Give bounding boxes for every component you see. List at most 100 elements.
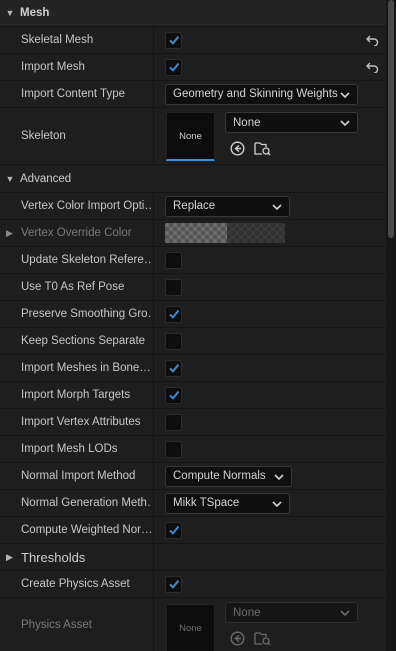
- row-skeletal-mesh: Skeletal Mesh: [0, 27, 386, 54]
- import-meshes-bone-checkbox[interactable]: [165, 359, 182, 377]
- row-import-morph-targets: Import Morph Targets: [0, 382, 386, 409]
- column-divider[interactable]: [153, 436, 154, 462]
- skeletal-mesh-checkbox[interactable]: [165, 31, 182, 49]
- row-label: Normal Generation Meth…: [21, 497, 151, 509]
- chevron-down-icon: [340, 610, 350, 617]
- expand-caret-icon[interactable]: ▼: [0, 174, 20, 184]
- use-t0-checkbox[interactable]: [165, 278, 182, 296]
- column-divider[interactable]: [153, 409, 154, 435]
- row-label: Preserve Smoothing Gro…: [21, 308, 151, 320]
- column-divider[interactable]: [153, 301, 154, 327]
- row-import-meshes-bone-hierarchy: Import Meshes in Bone…: [0, 355, 386, 382]
- column-divider[interactable]: [153, 490, 154, 516]
- column-divider[interactable]: [153, 517, 154, 543]
- row-label: Compute Weighted Nor…: [21, 524, 151, 536]
- row-label: Keep Sections Separate: [21, 335, 146, 347]
- expand-caret-icon[interactable]: ▶: [6, 544, 13, 570]
- use-selected-arrow-icon[interactable]: [228, 139, 246, 157]
- row-label: Import Morph Targets: [21, 389, 131, 401]
- column-divider[interactable]: [153, 463, 154, 489]
- row-thresholds[interactable]: ▶ Thresholds: [0, 544, 386, 571]
- column-divider[interactable]: [153, 247, 154, 273]
- row-skeleton: Skeleton None None: [0, 108, 386, 165]
- row-label: Normal Import Method: [21, 470, 136, 482]
- row-normal-generation-method: Normal Generation Meth… Mikk TSpace: [0, 490, 386, 517]
- column-divider[interactable]: [153, 571, 154, 597]
- row-update-skeleton-reference: Update Skeleton Refere…: [0, 247, 386, 274]
- row-label: Thresholds: [21, 549, 86, 565]
- row-compute-weighted-normals: Compute Weighted Nor…: [0, 517, 386, 544]
- section-title: Mesh: [20, 7, 50, 19]
- dropdown-value: Replace: [173, 200, 216, 212]
- vertex-override-color-swatch[interactable]: [165, 223, 285, 243]
- row-label: Import Meshes in Bone…: [21, 362, 151, 374]
- row-label: Update Skeleton Refere…: [21, 254, 151, 266]
- section-title: Advanced: [20, 173, 72, 185]
- row-label: Import Mesh: [21, 61, 85, 73]
- column-divider[interactable]: [153, 328, 154, 354]
- compute-weighted-normals-checkbox[interactable]: [165, 521, 182, 539]
- dropdown-value: Geometry and Skinning Weights: [173, 88, 338, 100]
- column-divider[interactable]: [153, 54, 154, 80]
- row-label: Create Physics Asset: [21, 578, 130, 590]
- row-physics-asset: Physics Asset None None: [0, 598, 386, 651]
- row-label: Import Mesh LODs: [21, 443, 118, 455]
- skeleton-thumbnail[interactable]: None: [166, 112, 215, 161]
- dropdown-value: None: [233, 606, 261, 619]
- import-vertex-attributes-checkbox[interactable]: [165, 413, 182, 431]
- chevron-down-icon: [340, 120, 350, 127]
- checkmark-icon: [168, 309, 179, 319]
- section-mesh[interactable]: ▼ Mesh: [0, 0, 386, 27]
- column-divider[interactable]: [153, 27, 154, 53]
- column-divider[interactable]: [153, 544, 154, 570]
- import-mesh-lods-checkbox[interactable]: [165, 440, 182, 458]
- keep-sections-checkbox[interactable]: [165, 332, 182, 350]
- create-physics-asset-checkbox[interactable]: [165, 575, 182, 593]
- update-skeleton-checkbox[interactable]: [165, 251, 182, 269]
- browse-folder-icon[interactable]: [253, 139, 271, 157]
- expand-caret-icon[interactable]: ▼: [0, 8, 20, 18]
- dropdown-value: None: [233, 116, 261, 129]
- checkmark-icon: [168, 525, 179, 535]
- dropdown-value: Mikk TSpace: [173, 497, 240, 509]
- column-divider[interactable]: [153, 355, 154, 381]
- row-preserve-smoothing-groups: Preserve Smoothing Gro…: [0, 301, 386, 328]
- column-divider[interactable]: [153, 193, 154, 219]
- skeleton-asset-dropdown[interactable]: None: [225, 112, 358, 133]
- column-divider[interactable]: [153, 81, 154, 107]
- import-mesh-checkbox[interactable]: [165, 58, 182, 76]
- row-label: Skeletal Mesh: [21, 34, 94, 46]
- expand-caret-icon[interactable]: ▶: [6, 220, 13, 246]
- column-divider[interactable]: [153, 382, 154, 408]
- chevron-down-icon: [274, 473, 284, 480]
- row-keep-sections-separate: Keep Sections Separate: [0, 328, 386, 355]
- import-content-type-dropdown[interactable]: Geometry and Skinning Weights: [165, 83, 358, 105]
- row-label: Import Content Type: [21, 88, 125, 100]
- section-advanced[interactable]: ▼ Advanced: [0, 166, 386, 193]
- preserve-smoothing-checkbox[interactable]: [165, 305, 182, 323]
- row-create-physics-asset: Create Physics Asset: [0, 571, 386, 598]
- row-import-mesh-lods: Import Mesh LODs: [0, 436, 386, 463]
- reset-arrow-icon[interactable]: [362, 27, 382, 53]
- browse-folder-icon: [253, 629, 271, 647]
- scrollbar-thumb[interactable]: [388, 0, 394, 238]
- row-label: Vertex Color Import Opti…: [21, 200, 151, 212]
- chevron-down-icon: [340, 91, 350, 98]
- vertex-color-import-dropdown[interactable]: Replace: [165, 195, 290, 217]
- row-vertex-color-import: Vertex Color Import Opti… Replace: [0, 193, 386, 220]
- checkmark-icon: [168, 579, 179, 589]
- vertical-scrollbar[interactable]: [386, 0, 396, 651]
- row-label: Import Vertex Attributes: [21, 416, 141, 428]
- column-divider[interactable]: [153, 274, 154, 300]
- row-normal-import-method: Normal Import Method Compute Normals: [0, 463, 386, 490]
- checkmark-icon: [168, 62, 179, 72]
- normal-import-method-dropdown[interactable]: Compute Normals: [165, 465, 292, 487]
- column-divider[interactable]: [153, 108, 154, 164]
- row-import-vertex-attributes: Import Vertex Attributes: [0, 409, 386, 436]
- checkmark-icon: [168, 390, 179, 400]
- import-morph-checkbox[interactable]: [165, 386, 182, 404]
- normal-generation-method-dropdown[interactable]: Mikk TSpace: [165, 492, 290, 514]
- column-divider[interactable]: [153, 598, 154, 651]
- column-divider[interactable]: [153, 220, 154, 246]
- reset-arrow-icon[interactable]: [362, 54, 382, 80]
